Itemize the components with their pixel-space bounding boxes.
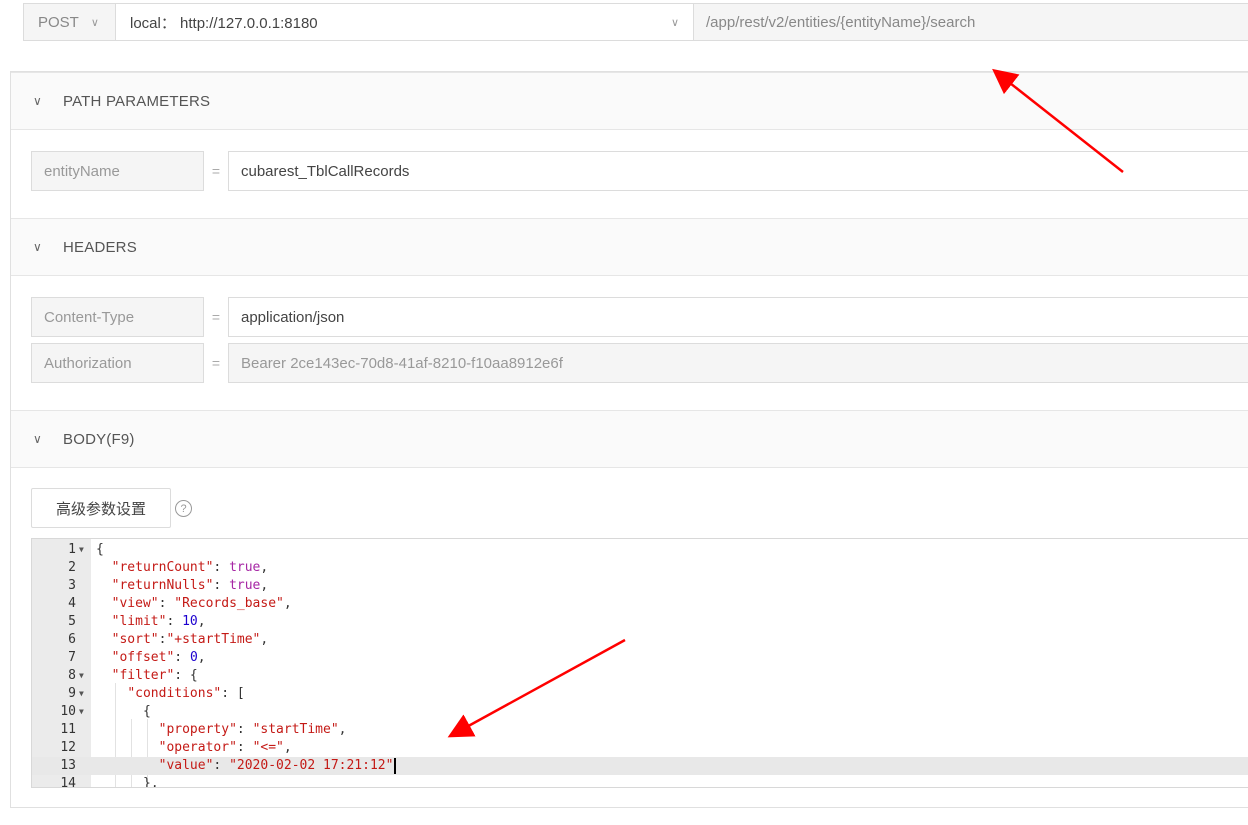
annotation-arrow-bottom (447, 638, 626, 738)
annotation-arrow-top (992, 68, 1124, 173)
annotation-arrows (447, 68, 1124, 738)
